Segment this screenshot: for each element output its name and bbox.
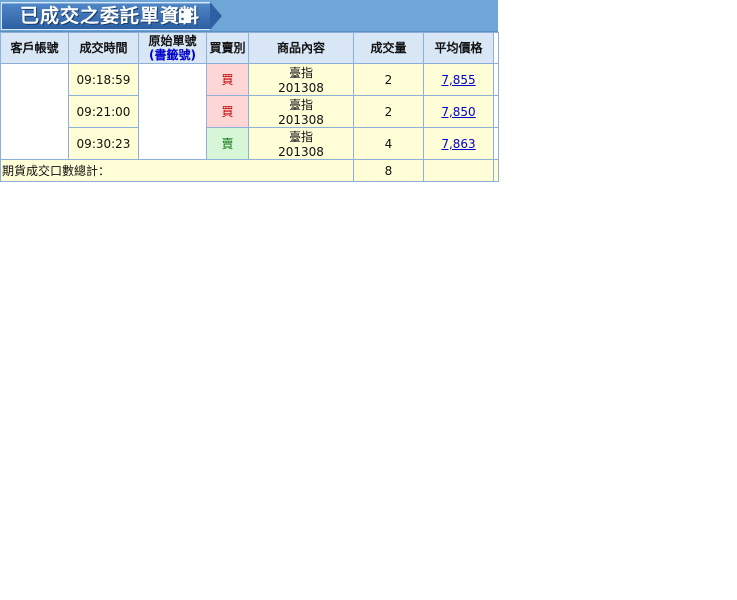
account-cell — [0, 63, 69, 160]
quantity-cell: 2 — [353, 63, 424, 96]
product-month: 201308 — [278, 145, 324, 159]
product-name: 臺指 — [288, 66, 313, 80]
page-root: 已成交之委託單資料 ： 客戶帳號 成交時間 原始單號 (書籤號) 買賣別 商品內… — [0, 0, 737, 600]
quantity-cell: 2 — [353, 95, 424, 128]
edge-cell — [493, 95, 499, 128]
header-original-order-label: 原始單號 — [148, 34, 197, 48]
side-cell-buy: 買 — [206, 63, 249, 96]
product-cell: 臺指 201308 — [248, 127, 354, 160]
header-bookmark-label: (書籤號) — [149, 48, 196, 62]
total-edge-cell — [493, 159, 499, 182]
page-title: 已成交之委託單資料 — [20, 5, 201, 27]
side-cell-sell: 賣 — [206, 127, 249, 160]
average-price-link[interactable]: 7,855 — [441, 73, 475, 87]
trade-time-cell: 09:30:23 — [68, 127, 139, 160]
header-product: 商品內容 — [248, 32, 354, 64]
table-row: 09:21:00 買 臺指 201308 2 7,850 — [1, 95, 499, 128]
product-name: 臺指 — [288, 98, 313, 112]
product-month: 201308 — [278, 81, 324, 95]
product-cell: 臺指 201308 — [248, 95, 354, 128]
header-edge-column — [493, 32, 499, 64]
average-price-cell: 7,863 — [423, 127, 494, 160]
quantity-cell: 4 — [353, 127, 424, 160]
product-month: 201308 — [278, 113, 324, 127]
title-colon-icon: ： — [179, 8, 193, 24]
edge-cell — [493, 63, 499, 96]
header-original-order-no: 原始單號 (書籤號) — [138, 32, 207, 64]
title-tab: 已成交之委託單資料 ： — [1, 2, 210, 30]
edge-cell — [493, 127, 499, 160]
header-account: 客戶帳號 — [0, 32, 69, 64]
product-cell: 臺指 201308 — [248, 63, 354, 96]
original-order-cell — [138, 63, 207, 160]
total-price-empty-cell — [423, 159, 494, 182]
header-average-price: 平均價格 — [423, 32, 494, 64]
average-price-cell: 7,855 — [423, 63, 494, 96]
total-label-cell: 期貨成交口數總計： — [0, 159, 354, 182]
table-row: 09:30:23 賣 臺指 201308 4 7,863 — [1, 127, 499, 160]
trade-time-cell: 09:21:00 — [68, 95, 139, 128]
total-quantity-cell: 8 — [353, 159, 424, 182]
title-bar: 已成交之委託單資料 ： — [0, 0, 498, 32]
side-cell-buy: 買 — [206, 95, 249, 128]
product-name: 臺指 — [288, 130, 313, 144]
header-buy-sell: 買賣別 — [206, 32, 249, 64]
table-row: 09:18:59 買 臺指 201308 2 7,855 — [0, 63, 499, 160]
average-price-link[interactable]: 7,863 — [441, 137, 475, 151]
trade-time-cell: 09:18:59 — [68, 63, 139, 96]
average-price-link[interactable]: 7,850 — [441, 105, 475, 119]
header-trade-time: 成交時間 — [68, 32, 139, 64]
header-quantity: 成交量 — [353, 32, 424, 64]
table-header-row: 客戶帳號 成交時間 原始單號 (書籤號) 買賣別 商品內容 成交量 平均價格 — [0, 32, 499, 64]
total-row: 期貨成交口數總計： 8 — [0, 159, 499, 182]
filled-orders-table: 客戶帳號 成交時間 原始單號 (書籤號) 買賣別 商品內容 成交量 平均價格 0… — [0, 32, 499, 182]
average-price-cell: 7,850 — [423, 95, 494, 128]
